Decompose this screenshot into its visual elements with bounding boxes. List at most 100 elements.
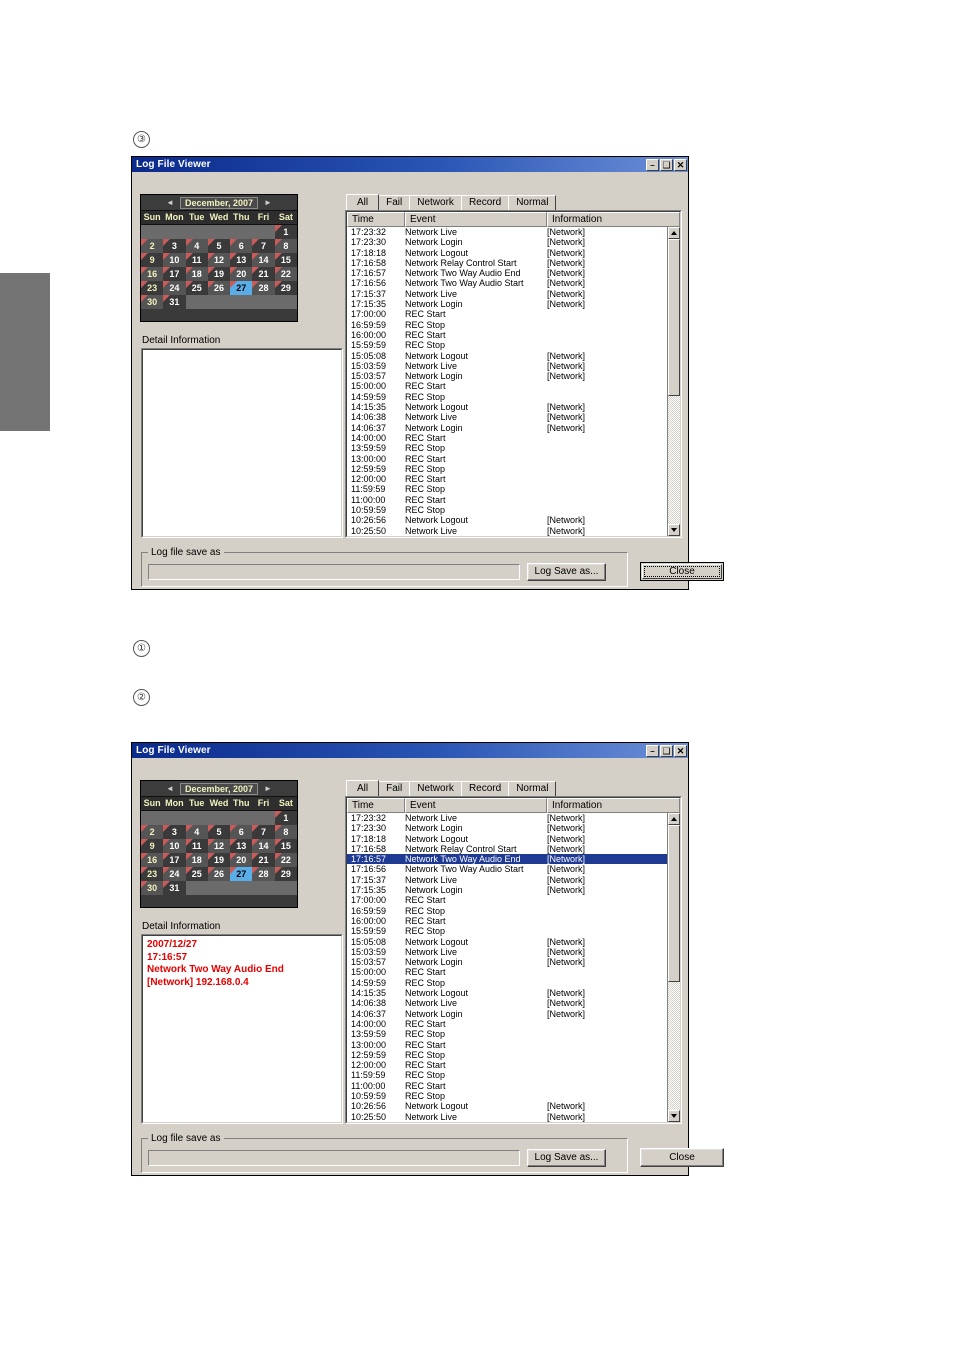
close-icon[interactable]: ✕: [674, 744, 687, 757]
table-row[interactable]: 10:26:56 Network Logout [Network]: [347, 515, 667, 525]
scrollbar-track[interactable]: [668, 239, 680, 524]
tab-strip[interactable]: All Fail Network Record Normal: [346, 780, 682, 796]
calendar-day-grid[interactable]: 1 2 3 4 5 6 7 8 9 10 11 12 13 14 15 16 17 18 19 20 21 22 23 24 2…: [141, 225, 297, 309]
table-row[interactable]: 16:59:59 REC Stop: [347, 906, 667, 916]
calendar-widget[interactable]: ◄ December, 2007 ► Sun Mon Tue Wed Thu Fri Sat…: [140, 780, 298, 908]
calendar-day-23[interactable]: 23: [141, 281, 164, 295]
title-bar[interactable]: Log File Viewer – ❑ ✕: [132, 743, 688, 758]
scrollbar-thumb[interactable]: [668, 825, 680, 982]
calendar-day-11[interactable]: 11: [185, 839, 208, 853]
table-row[interactable]: 15:03:57 Network Login [Network]: [347, 371, 667, 381]
table-row[interactable]: 10:25:50 Network Live [Network]: [347, 1112, 667, 1122]
calendar-day-1[interactable]: 1: [274, 811, 297, 825]
column-header-information[interactable]: Information: [547, 212, 680, 227]
calendar-day-17[interactable]: 17: [163, 267, 186, 281]
calendar-prev-month-icon[interactable]: ◄: [166, 784, 174, 793]
scrollbar-thumb[interactable]: [668, 239, 680, 396]
log-list-view[interactable]: Time Event Information 17:23:32 Network Liv…: [345, 796, 682, 1124]
calendar-prev-month-icon[interactable]: ◄: [166, 198, 174, 207]
calendar-day-14[interactable]: 14: [252, 253, 275, 267]
table-row[interactable]: 16:59:59 REC Stop: [347, 320, 667, 330]
table-row[interactable]: 13:59:59 REC Stop: [347, 1029, 667, 1039]
calendar-day-4[interactable]: 4: [185, 825, 208, 839]
calendar-day-3[interactable]: 3: [163, 825, 186, 839]
calendar-day-18[interactable]: 18: [185, 853, 208, 867]
calendar-day-13[interactable]: 13: [230, 253, 253, 267]
calendar-day-22[interactable]: 22: [274, 267, 297, 281]
calendar-day-31[interactable]: 31: [163, 881, 186, 895]
tab-record[interactable]: Record: [460, 195, 510, 210]
table-row[interactable]: 13:59:59 REC Stop: [347, 443, 667, 453]
calendar-day-16[interactable]: 16: [141, 853, 164, 867]
table-row[interactable]: 17:16:56 Network Two Way Audio Start [Netw…: [347, 864, 667, 874]
minimize-icon[interactable]: –: [646, 744, 659, 757]
calendar-day-2[interactable]: 2: [141, 825, 164, 839]
save-path-input[interactable]: [148, 564, 520, 580]
calendar-day-25[interactable]: 25: [185, 867, 208, 881]
calendar-day-6[interactable]: 6: [230, 239, 253, 253]
table-row[interactable]: 14:06:37 Network Login [Network]: [347, 423, 667, 433]
calendar-day-4[interactable]: 4: [185, 239, 208, 253]
calendar-day-23[interactable]: 23: [141, 867, 164, 881]
calendar-widget[interactable]: ◄ December, 2007 ► Sun Mon Tue Wed Thu Fri Sat…: [140, 194, 298, 322]
table-row[interactable]: 17:16:57 Network Two Way Audio End [Networ…: [347, 854, 667, 865]
table-row[interactable]: 11:59:59 REC Stop: [347, 1070, 667, 1080]
table-row[interactable]: 17:23:32 Network Live [Network]: [347, 227, 667, 237]
minimize-icon[interactable]: –: [646, 158, 659, 171]
calendar-day-17[interactable]: 17: [163, 853, 186, 867]
table-row[interactable]: 13:00:00 REC Start: [347, 454, 667, 464]
table-row[interactable]: 15:03:59 Network Live [Network]: [347, 361, 667, 371]
table-row[interactable]: 15:03:57 Network Login [Network]: [347, 957, 667, 967]
calendar-next-month-icon[interactable]: ►: [264, 784, 272, 793]
table-row[interactable]: 15:00:00 REC Start: [347, 967, 667, 977]
table-row[interactable]: 10:59:59 REC Stop: [347, 1091, 667, 1101]
tab-all[interactable]: All: [346, 780, 380, 796]
maximize-icon[interactable]: ❑: [660, 744, 673, 757]
calendar-day-29[interactable]: 29: [274, 281, 297, 295]
table-row[interactable]: 17:15:35 Network Login [Network]: [347, 299, 667, 309]
table-row[interactable]: 15:05:08 Network Logout [Network]: [347, 351, 667, 361]
detail-information-panel[interactable]: 2007/12/27 17:16:57 Network Two Way Audio …: [141, 934, 343, 1124]
table-row[interactable]: 15:03:59 Network Live [Network]: [347, 947, 667, 957]
calendar-day-28[interactable]: 28: [252, 281, 275, 295]
table-row[interactable]: 12:59:59 REC Stop: [347, 1050, 667, 1060]
calendar-day-19[interactable]: 19: [207, 853, 231, 867]
table-row[interactable]: 14:59:59 REC Stop: [347, 392, 667, 402]
calendar-day-8[interactable]: 8: [274, 239, 297, 253]
table-row[interactable]: 17:16:56 Network Two Way Audio Start [Netw…: [347, 278, 667, 288]
calendar-day-29[interactable]: 29: [274, 867, 297, 881]
calendar-day-20[interactable]: 20: [230, 267, 253, 281]
column-header-event[interactable]: Event: [405, 212, 547, 227]
calendar-day-1[interactable]: 1: [274, 225, 297, 239]
calendar-day-5[interactable]: 5: [207, 825, 231, 839]
calendar-day-2[interactable]: 2: [141, 239, 164, 253]
table-row[interactable]: 17:23:30 Network Login [Network]: [347, 237, 667, 247]
log-save-as-button[interactable]: Log Save as...: [527, 1149, 606, 1167]
table-row[interactable]: 10:25:50 Network Live [Network]: [347, 526, 667, 536]
log-list-scrollbar[interactable]: [667, 813, 680, 1122]
maximize-icon[interactable]: ❑: [660, 158, 673, 171]
log-list-rows[interactable]: 17:23:32 Network Live [Network] 17:23:30 Net…: [347, 227, 667, 536]
tab-network[interactable]: Network: [409, 781, 462, 796]
table-row[interactable]: 15:59:59 REC Stop: [347, 926, 667, 936]
table-row[interactable]: 13:00:00 REC Start: [347, 1040, 667, 1050]
table-row[interactable]: 17:18:18 Network Logout [Network]: [347, 834, 667, 844]
close-button[interactable]: Close: [640, 1148, 724, 1167]
tab-network[interactable]: Network: [409, 195, 462, 210]
calendar-day-10[interactable]: 10: [163, 253, 186, 267]
tab-all[interactable]: All: [346, 194, 380, 210]
calendar-day-11[interactable]: 11: [185, 253, 208, 267]
log-list-scrollbar[interactable]: [667, 227, 680, 536]
calendar-day-12[interactable]: 12: [207, 253, 231, 267]
table-row[interactable]: 16:00:00 REC Start: [347, 916, 667, 926]
calendar-day-5[interactable]: 5: [207, 239, 231, 253]
table-row[interactable]: 17:16:58 Network Relay Control Start [Netw…: [347, 258, 667, 268]
table-row[interactable]: 17:00:00 REC Start: [347, 895, 667, 905]
calendar-day-9[interactable]: 9: [141, 839, 164, 853]
calendar-day-10[interactable]: 10: [163, 839, 186, 853]
calendar-day-15[interactable]: 15: [274, 839, 297, 853]
table-row[interactable]: 14:06:38 Network Live [Network]: [347, 998, 667, 1008]
calendar-day-24[interactable]: 24: [163, 281, 186, 295]
table-row[interactable]: 12:00:00 REC Start: [347, 1060, 667, 1070]
scroll-up-arrow-icon[interactable]: [668, 227, 680, 239]
